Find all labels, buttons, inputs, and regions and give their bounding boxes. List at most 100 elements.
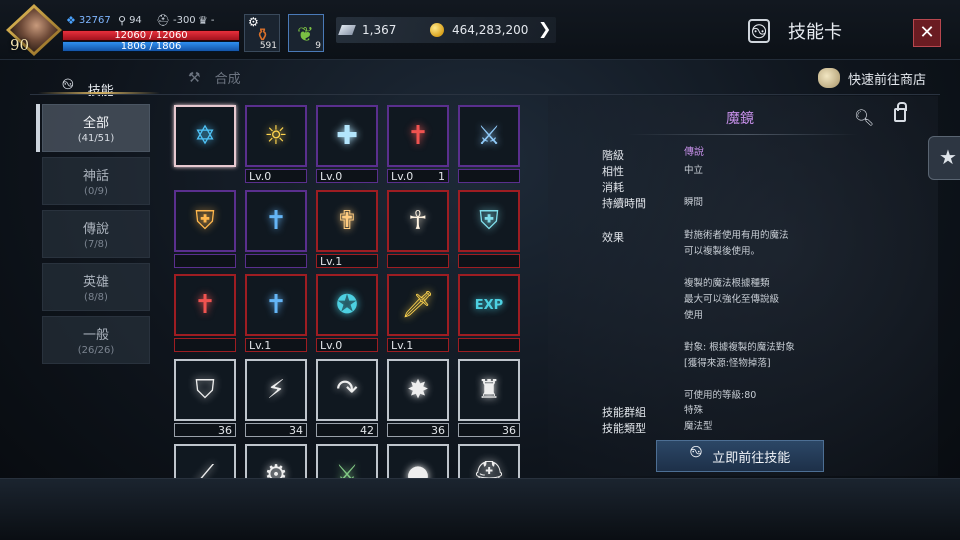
skill-card-label bbox=[245, 254, 307, 268]
blade-icon: ⟋ bbox=[195, 459, 215, 479]
go-to-skill-button[interactable]: ࿊ 立即前往技能 bbox=[656, 440, 824, 472]
red-tome-icon: ✝ bbox=[194, 290, 216, 320]
skill-card-frame: ⛉ bbox=[174, 359, 236, 421]
category-all-name: 全部 bbox=[82, 116, 109, 131]
skill-card-label: 36 bbox=[458, 423, 520, 437]
skill-card[interactable]: ⛉ 36 bbox=[174, 359, 236, 437]
shop-link[interactable]: 快速前往商店 bbox=[818, 68, 926, 88]
category-all-count: (41/51) bbox=[77, 133, 115, 144]
window-title-area: ࿊ 技能卡 bbox=[748, 18, 842, 44]
crystal-icon bbox=[338, 25, 356, 35]
skill-card-frame: ✡ bbox=[174, 105, 236, 167]
skill-card[interactable]: ↷ 42 bbox=[316, 359, 378, 437]
red-tome-icon: ✝ bbox=[407, 121, 429, 151]
skill-card-frame: ⛨ bbox=[174, 190, 236, 252]
skill-card-frame: ✚ bbox=[316, 105, 378, 167]
category-normal-count: (26/26) bbox=[77, 345, 115, 356]
tab-compose-label: 合成 bbox=[214, 72, 241, 87]
lock-icon[interactable] bbox=[894, 102, 907, 122]
skill-card[interactable]: ⟋ bbox=[174, 444, 236, 478]
skill-card-frame: ✝ bbox=[387, 105, 449, 167]
top-status-bar: 90 ❖ 32767 ⚲ 94 ⛑ -300 ♛ - 12060 / 12060… bbox=[0, 0, 960, 60]
skill-card[interactable]: 🗡 Lv.1 bbox=[387, 274, 449, 352]
chevron-right-icon[interactable]: ❯ bbox=[538, 19, 551, 38]
skill-card-frame: ✸ bbox=[387, 359, 449, 421]
skill-card[interactable]: ✪ Lv.0 bbox=[316, 274, 378, 352]
skill-card[interactable]: ✸ 36 bbox=[387, 359, 449, 437]
tab-compose[interactable]: ⚒ 合成 bbox=[188, 68, 241, 88]
skill-card[interactable]: ✝ Lv.1 bbox=[245, 274, 307, 352]
skill-card-label: Lv.1 bbox=[316, 254, 378, 268]
skill-card[interactable]: ☼ Lv.0 bbox=[245, 105, 307, 183]
gold-currency: 464,283,200 bbox=[430, 20, 528, 40]
player-level: 90 bbox=[10, 36, 30, 54]
skill-card-frame: ☥ bbox=[387, 190, 449, 252]
skill-card[interactable]: ✡ bbox=[174, 105, 236, 183]
star-icon: ★ bbox=[939, 145, 957, 169]
shop-link-label: 快速前往商店 bbox=[848, 72, 927, 88]
detail-val-duration: 瞬間 bbox=[684, 197, 704, 208]
skill-card-frame: 🗡 bbox=[387, 274, 449, 336]
category-normal[interactable]: 一般 (26/26) bbox=[42, 316, 150, 364]
category-all[interactable]: 全部 (41/51) bbox=[42, 104, 150, 152]
close-button[interactable]: ✕ bbox=[913, 19, 941, 47]
skill-quantity: 42 bbox=[360, 424, 374, 437]
skill-card[interactable]: ⛑ bbox=[458, 444, 520, 478]
skill-card[interactable]: ✚ Lv.0 bbox=[316, 105, 378, 183]
quick-slot-leaf[interactable]: ❦ 9 bbox=[288, 14, 324, 52]
skill-card[interactable]: ⚡ 34 bbox=[245, 359, 307, 437]
detail-val-group: 特殊 bbox=[684, 405, 704, 416]
skill-card-label: Lv.0 bbox=[245, 169, 307, 183]
stat-power-value: 32767 bbox=[78, 15, 111, 26]
green-sword-icon: ⚔ bbox=[335, 460, 359, 478]
skill-card[interactable]: EXP bbox=[458, 274, 520, 352]
skill-card-frame: ✝ bbox=[245, 190, 307, 252]
skill-card-frame: ✝ bbox=[174, 274, 236, 336]
detail-val-affinity: 中立 bbox=[684, 165, 704, 176]
skill-card[interactable]: ⛨ bbox=[458, 190, 520, 268]
stat-trophy: ♛ - bbox=[198, 14, 214, 27]
skill-card[interactable]: ⚔ bbox=[458, 105, 520, 183]
skill-card[interactable]: ♜ 36 bbox=[458, 359, 520, 437]
detail-key-type: 技能類型 bbox=[602, 422, 646, 435]
skill-card-frame: ● bbox=[387, 444, 449, 478]
skill-card-label: 42 bbox=[316, 423, 378, 437]
ornate-shield-icon: ⛨ bbox=[195, 205, 215, 236]
skill-card-frame: ✪ bbox=[316, 274, 378, 336]
skill-card-frame: EXP bbox=[458, 274, 520, 336]
favorite-star-tab[interactable]: ★ bbox=[928, 136, 960, 180]
detail-key-duration: 持續時間 bbox=[602, 197, 646, 210]
category-legend[interactable]: 傳說 (7/8) bbox=[42, 210, 150, 258]
skill-card[interactable]: ✝ bbox=[174, 274, 236, 352]
skill-name: 魔鏡 bbox=[726, 111, 754, 127]
skill-card-frame: ⚙ bbox=[245, 444, 307, 478]
player-avatar[interactable]: 90 bbox=[6, 4, 62, 56]
skill-card[interactable]: ⛨ bbox=[174, 190, 236, 268]
skill-card[interactable]: ✟ Lv.1 bbox=[316, 190, 378, 268]
skill-card[interactable]: ☥ bbox=[387, 190, 449, 268]
skill-card-label: 36 bbox=[387, 423, 449, 437]
mp-text: 1806 / 1806 bbox=[120, 41, 182, 52]
skill-card[interactable]: ✝ bbox=[245, 190, 307, 268]
quick-slot-potion[interactable]: ⚙ ⚱ 591 bbox=[244, 14, 280, 52]
skill-card[interactable]: ● bbox=[387, 444, 449, 478]
hp-text: 12060 / 12060 bbox=[114, 30, 188, 41]
category-hero[interactable]: 英雄 (8/8) bbox=[42, 263, 150, 311]
stat-key-value: 94 bbox=[129, 15, 142, 26]
category-myth[interactable]: 神話 (0/9) bbox=[42, 157, 150, 205]
go-to-skill-label: 立即前往技能 bbox=[712, 450, 791, 466]
bottom-strip bbox=[0, 478, 960, 540]
stat-trophy-value: - bbox=[210, 15, 215, 26]
detail-val-effect: 對施術者使用有用的魔法 可以複製後使用。 複製的魔法根據種類 最大可以強化至傳說… bbox=[684, 230, 795, 401]
skill-card[interactable]: ✝ Lv.0 1 bbox=[387, 105, 449, 183]
skill-card[interactable]: ⚙ bbox=[245, 444, 307, 478]
star-ring-icon: ✪ bbox=[336, 290, 358, 320]
skill-card-label: 36 bbox=[174, 423, 236, 437]
holy-cross-icon: ✟ bbox=[336, 206, 358, 236]
title-divider bbox=[628, 134, 858, 135]
search-icon[interactable]: 🔍︎ bbox=[854, 108, 874, 127]
close-icon: ✕ bbox=[919, 22, 935, 43]
skill-card[interactable]: ⚔ bbox=[316, 444, 378, 478]
category-legend-count: (7/8) bbox=[84, 239, 108, 250]
gear-icon: ⚙ bbox=[264, 460, 288, 478]
